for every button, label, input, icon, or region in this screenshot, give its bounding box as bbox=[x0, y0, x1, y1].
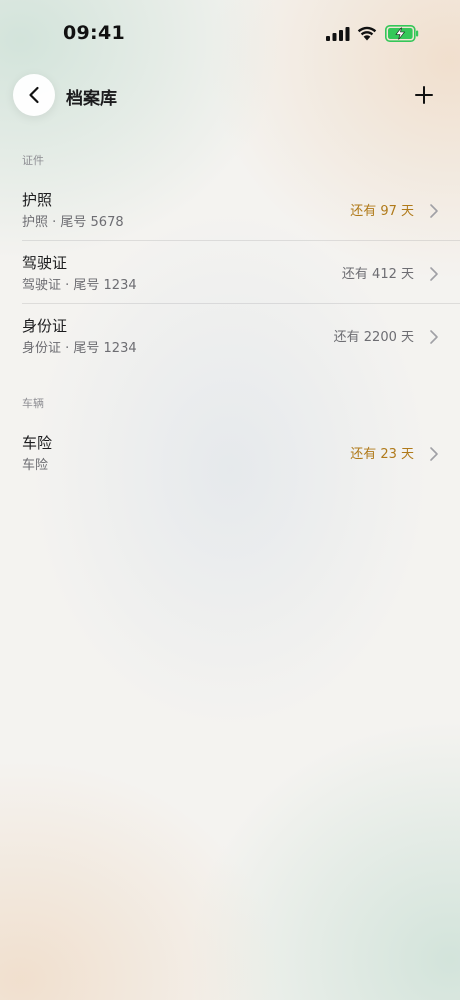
divider bbox=[22, 240, 460, 241]
item-subtitle: 身份证 · 尾号 1234 bbox=[22, 341, 137, 356]
chevron-left-icon bbox=[29, 86, 39, 104]
chevron-right-icon bbox=[430, 330, 438, 344]
wifi-icon bbox=[357, 26, 377, 41]
list-item-id-card[interactable]: 身份证 身份证 · 尾号 1234 还有 2200 天 bbox=[0, 306, 460, 368]
item-days-remaining: 还有 97 天 bbox=[350, 204, 414, 219]
status-time: 09:41 bbox=[63, 22, 125, 44]
page-title: 档案库 bbox=[66, 89, 117, 109]
list-item-passport[interactable]: 护照 护照 · 尾号 5678 还有 97 天 bbox=[0, 180, 460, 242]
item-title: 护照 bbox=[22, 191, 53, 209]
signal-icon bbox=[326, 27, 350, 41]
status-bar: 09:41 bbox=[0, 0, 460, 70]
back-button[interactable] bbox=[13, 74, 55, 116]
item-days-remaining: 还有 2200 天 bbox=[333, 330, 414, 345]
item-title: 驾驶证 bbox=[22, 254, 68, 272]
list-item-driver-license[interactable]: 驾驶证 驾驶证 · 尾号 1234 还有 412 天 bbox=[0, 243, 460, 305]
battery-charging-icon bbox=[385, 25, 419, 42]
chevron-right-icon bbox=[430, 204, 438, 218]
chevron-right-icon bbox=[430, 267, 438, 281]
item-subtitle: 护照 · 尾号 5678 bbox=[22, 215, 124, 230]
item-subtitle: 驾驶证 · 尾号 1234 bbox=[22, 278, 137, 293]
item-days-remaining: 还有 412 天 bbox=[341, 267, 414, 282]
plus-icon bbox=[415, 86, 433, 104]
item-days-remaining: 还有 23 天 bbox=[350, 447, 414, 462]
add-button[interactable] bbox=[408, 79, 440, 111]
item-subtitle: 车险 bbox=[22, 458, 49, 473]
nav-bar: 档案库 bbox=[0, 72, 460, 118]
item-title: 车险 bbox=[22, 434, 53, 452]
item-title: 身份证 bbox=[22, 317, 68, 335]
divider bbox=[22, 303, 460, 304]
chevron-right-icon bbox=[430, 447, 438, 461]
section-label-documents: 证件 bbox=[22, 154, 44, 167]
section-label-vehicles: 车辆 bbox=[22, 397, 44, 410]
list-item-car-insurance[interactable]: 车险 车险 还有 23 天 bbox=[0, 423, 460, 485]
